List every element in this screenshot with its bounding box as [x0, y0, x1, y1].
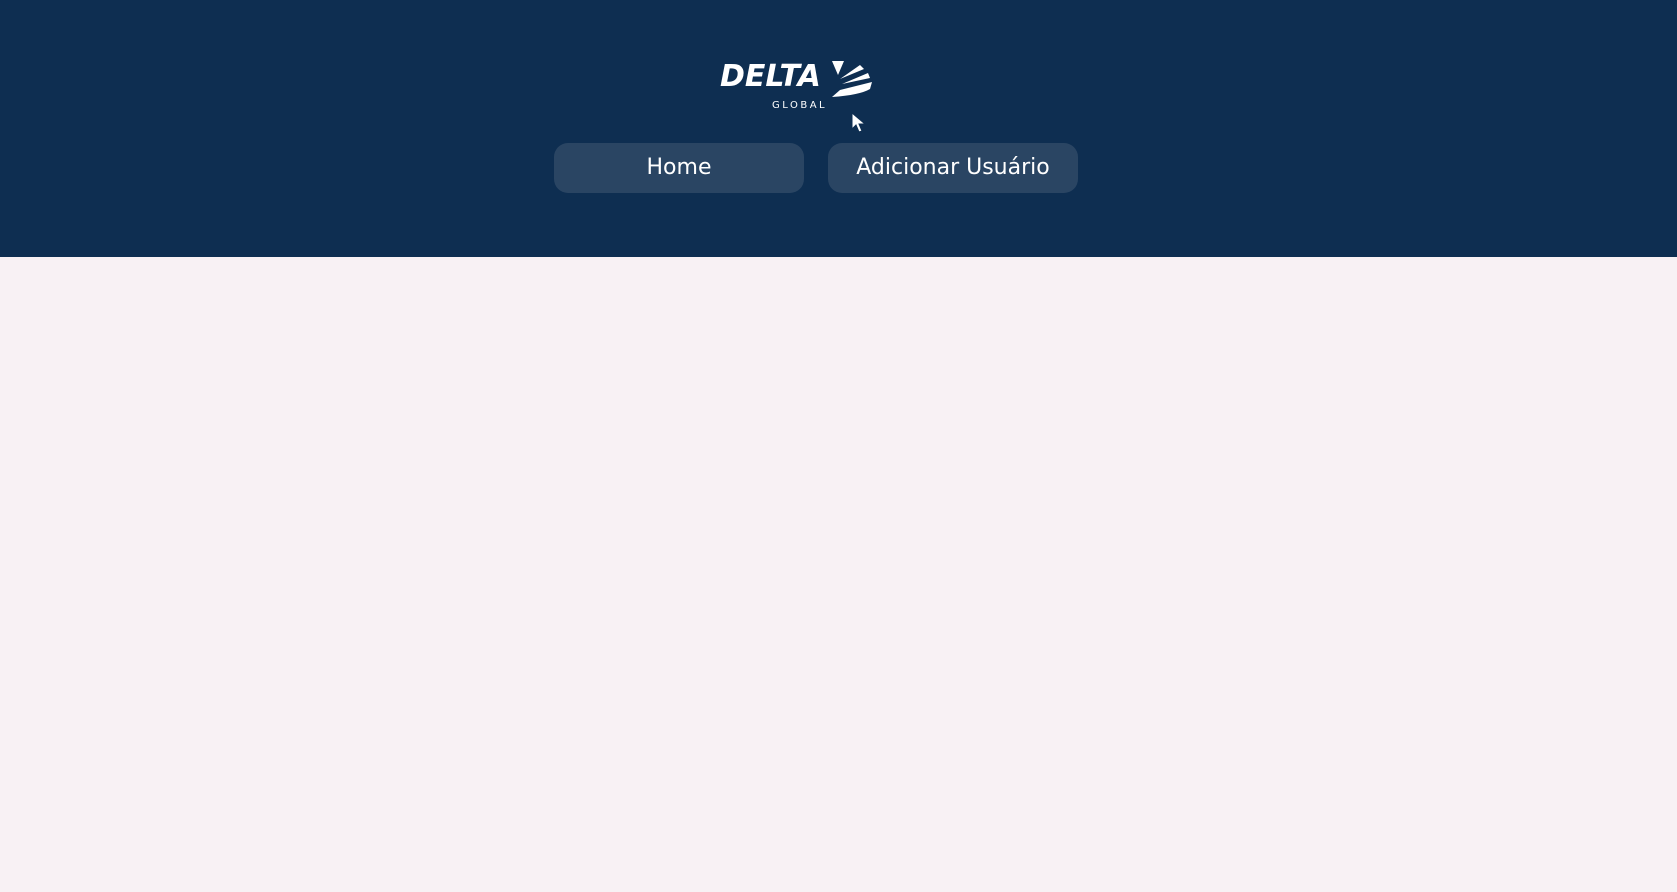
home-button[interactable]: Home [554, 143, 804, 193]
add-user-button[interactable]: Adicionar Usuário [828, 143, 1078, 193]
top-header: DELTA GLOBAL Home Adicionar Usuário [0, 0, 1677, 257]
main-content-area [0, 257, 1677, 892]
logo-wordmark: DELTA [720, 59, 821, 94]
delta-global-logo[interactable]: DELTA GLOBAL [718, 57, 874, 115]
mouse-pointer-icon [851, 112, 867, 133]
delta-wing-icon [832, 61, 872, 97]
logo-subtitle: GLOBAL [772, 100, 828, 111]
